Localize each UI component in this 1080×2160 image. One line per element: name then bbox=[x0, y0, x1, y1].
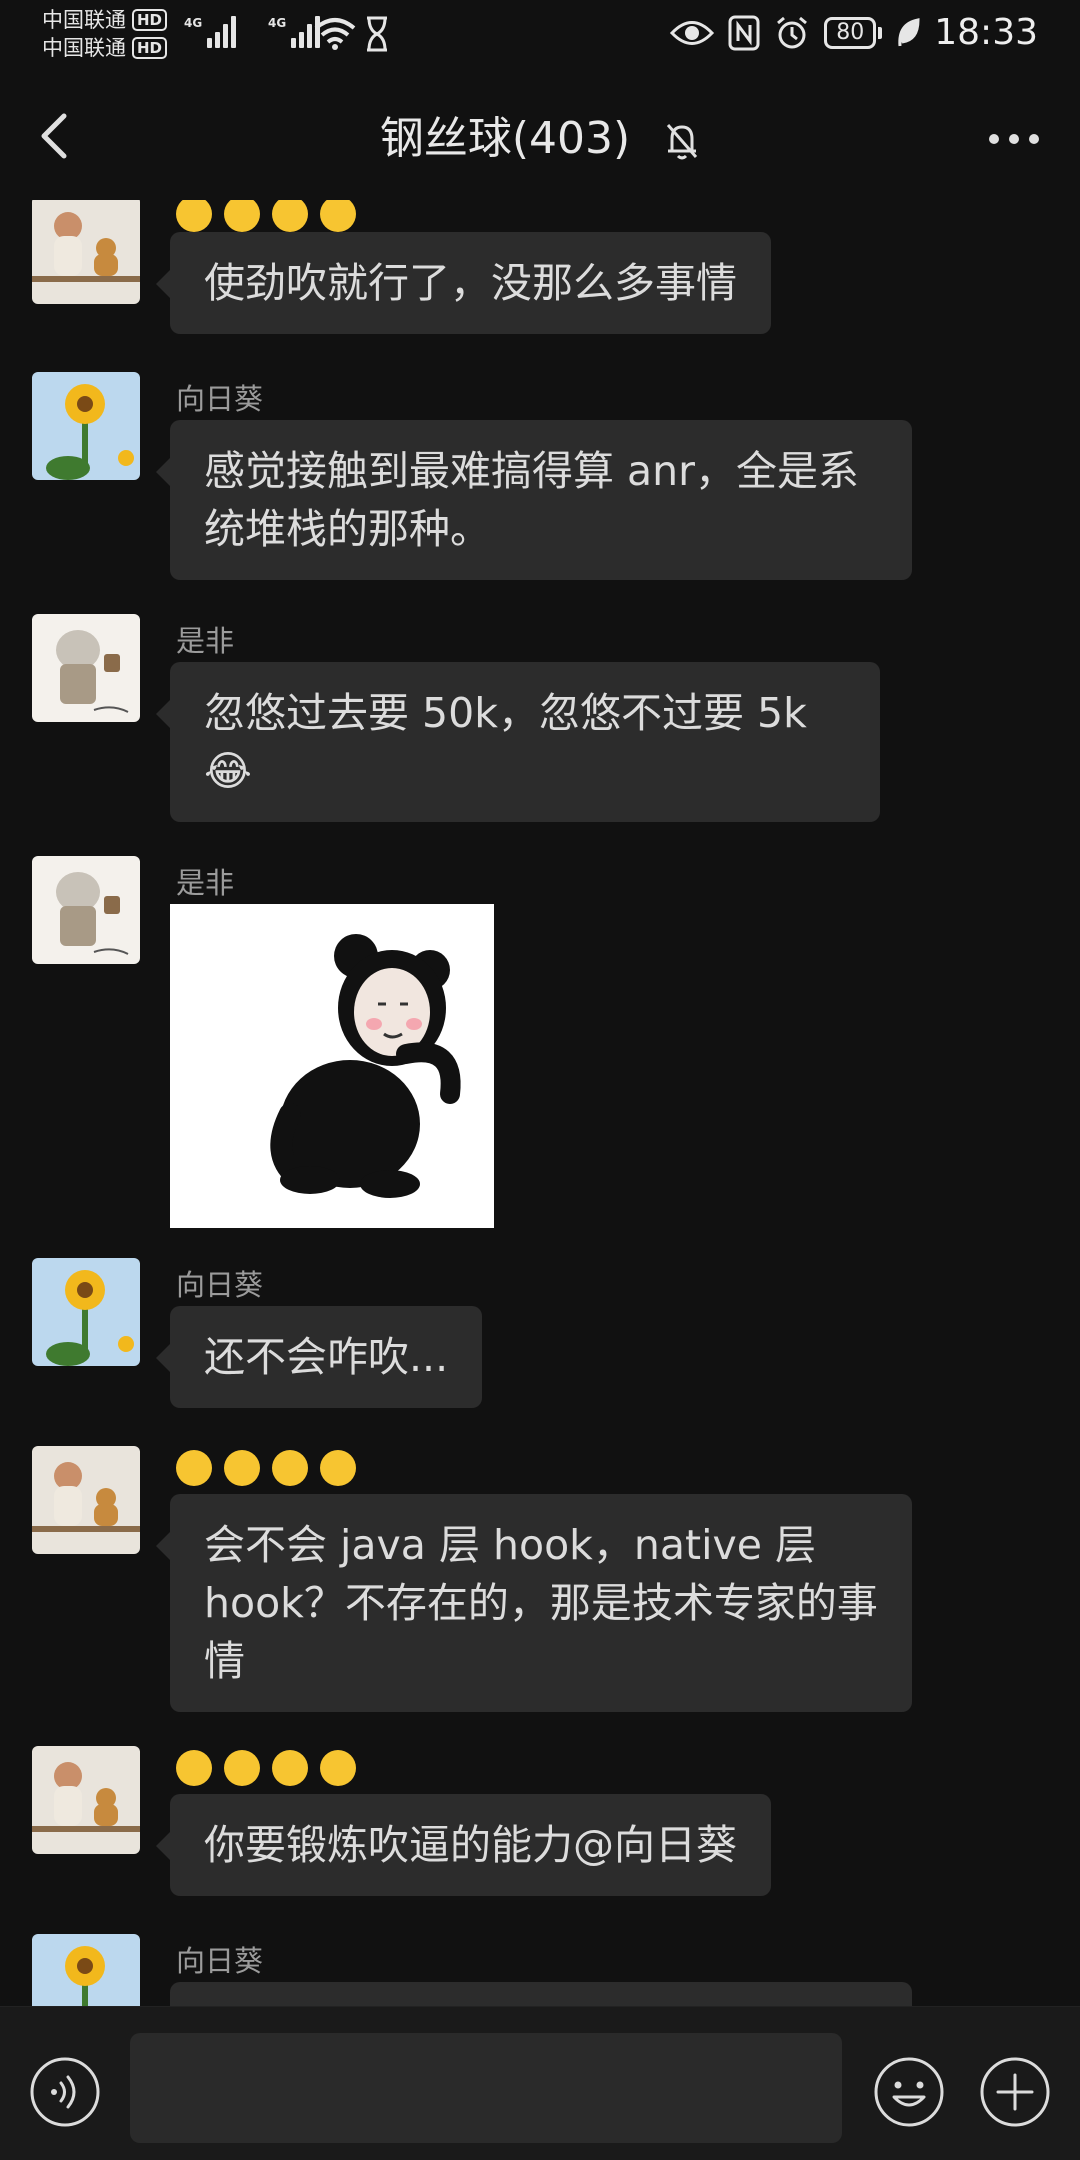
add-more-icon[interactable] bbox=[978, 2055, 1052, 2129]
nfc-icon bbox=[728, 15, 760, 50]
chat-title-area[interactable]: 钢丝球(403) bbox=[0, 102, 1080, 166]
robot-avatar[interactable] bbox=[32, 614, 140, 722]
grin-emoji-icon bbox=[320, 1750, 356, 1786]
grin-emoji-icon bbox=[320, 1450, 356, 1486]
baby-bear-avatar[interactable] bbox=[32, 1746, 140, 1854]
baby-bear-avatar[interactable] bbox=[32, 1446, 140, 1554]
voice-input-icon[interactable] bbox=[28, 2055, 102, 2129]
message-bubble[interactable]: 感觉接触到最难搞得算 anr，全是系统堆栈的那种。 bbox=[156, 420, 912, 580]
carrier-1-label: 中国联通 bbox=[42, 8, 126, 32]
message-bubble[interactable]: 你要锻炼吹逼的能力@向日葵 bbox=[156, 1794, 771, 1896]
hourglass-icon bbox=[367, 16, 387, 52]
signal-icon: 4G bbox=[184, 16, 237, 48]
grin-emoji-icon bbox=[224, 200, 260, 232]
chat-title: 钢丝球(403) bbox=[379, 113, 631, 164]
mute-bell-icon bbox=[667, 124, 698, 160]
smile-emoji-icon bbox=[272, 1450, 308, 1486]
alarm-icon bbox=[777, 16, 808, 48]
message-bubble[interactable]: 使劲吹就行了，没那么多事情 bbox=[156, 232, 771, 334]
chat-screen: 中国联通 HD 中国联通 HD 4G 4G 80 18:33 钢丝球(403) … bbox=[0, 0, 1080, 2160]
sender-emoji-label bbox=[176, 1450, 356, 1486]
robot-avatar[interactable] bbox=[32, 856, 140, 964]
baby-bear-avatar[interactable] bbox=[32, 200, 140, 304]
message-bubble[interactable] bbox=[170, 1982, 912, 2006]
message-input[interactable] bbox=[130, 2033, 842, 2143]
chat-header: 钢丝球(403) bbox=[0, 70, 1080, 206]
tears-of-joy-emoji-icon bbox=[176, 1450, 212, 1486]
tears-of-joy-emoji-icon bbox=[176, 200, 212, 232]
carrier-info: 中国联通 HD 中国联通 HD bbox=[42, 6, 168, 62]
sender-name: 是非 bbox=[176, 624, 235, 658]
message-bubble[interactable]: 会不会 java 层 hook，native 层 hook？不存在的，那是技术专… bbox=[156, 1494, 912, 1712]
wifi-icon bbox=[314, 18, 356, 50]
clock: 18:33 bbox=[934, 12, 1038, 53]
input-bar bbox=[0, 2006, 1080, 2160]
sunflower-avatar[interactable] bbox=[32, 1934, 140, 2006]
signal-icon: 4G bbox=[268, 16, 321, 48]
sender-name: 向日葵 bbox=[176, 1944, 264, 1978]
panda-sticker-image[interactable] bbox=[170, 904, 494, 1228]
battery-level: 80 bbox=[824, 16, 877, 49]
sender-name: 向日葵 bbox=[176, 382, 264, 416]
battery-icon: 80 bbox=[824, 16, 883, 49]
status-bar: 中国联通 HD 中国联通 HD 4G 4G 80 18:33 bbox=[0, 0, 1080, 70]
hd-badge: HD bbox=[132, 37, 168, 59]
more-options-icon[interactable] bbox=[984, 114, 1044, 164]
grin-emoji-icon bbox=[320, 200, 356, 232]
status-right: 80 18:33 bbox=[670, 12, 1038, 53]
smile-emoji-icon bbox=[272, 200, 308, 232]
message-bubble[interactable]: 忽悠过去要 50k，忽悠不过要 5k 😂 bbox=[156, 662, 880, 822]
carrier-2-label: 中国联通 bbox=[42, 36, 126, 60]
grin-emoji-icon bbox=[224, 1750, 260, 1786]
smile-emoji-icon bbox=[272, 1750, 308, 1786]
eye-comfort-icon bbox=[670, 20, 715, 45]
tears-of-joy-emoji-icon bbox=[176, 1750, 212, 1786]
hd-badge: HD bbox=[132, 9, 168, 31]
message-bubble[interactable]: 还不会咋吹... bbox=[155, 1306, 483, 1408]
sunflower-avatar[interactable] bbox=[32, 1258, 140, 1366]
grin-emoji-icon bbox=[224, 1450, 260, 1486]
emoji-icon[interactable] bbox=[872, 2055, 946, 2129]
sunflower-avatar[interactable] bbox=[32, 372, 140, 480]
sender-name: 向日葵 bbox=[176, 1268, 264, 1302]
message-list[interactable]: 使劲吹就行了，没那么多事情 向日葵 感觉接触到最难搞得算 anr，全是系统堆栈的… bbox=[0, 200, 1080, 2006]
sender-emoji-label bbox=[176, 200, 356, 232]
network-2-label: 4G bbox=[268, 16, 287, 30]
sender-emoji-label bbox=[176, 1750, 356, 1786]
sender-name: 是非 bbox=[176, 866, 235, 900]
network-1-label: 4G bbox=[184, 16, 203, 30]
leaf-icon bbox=[898, 17, 920, 46]
